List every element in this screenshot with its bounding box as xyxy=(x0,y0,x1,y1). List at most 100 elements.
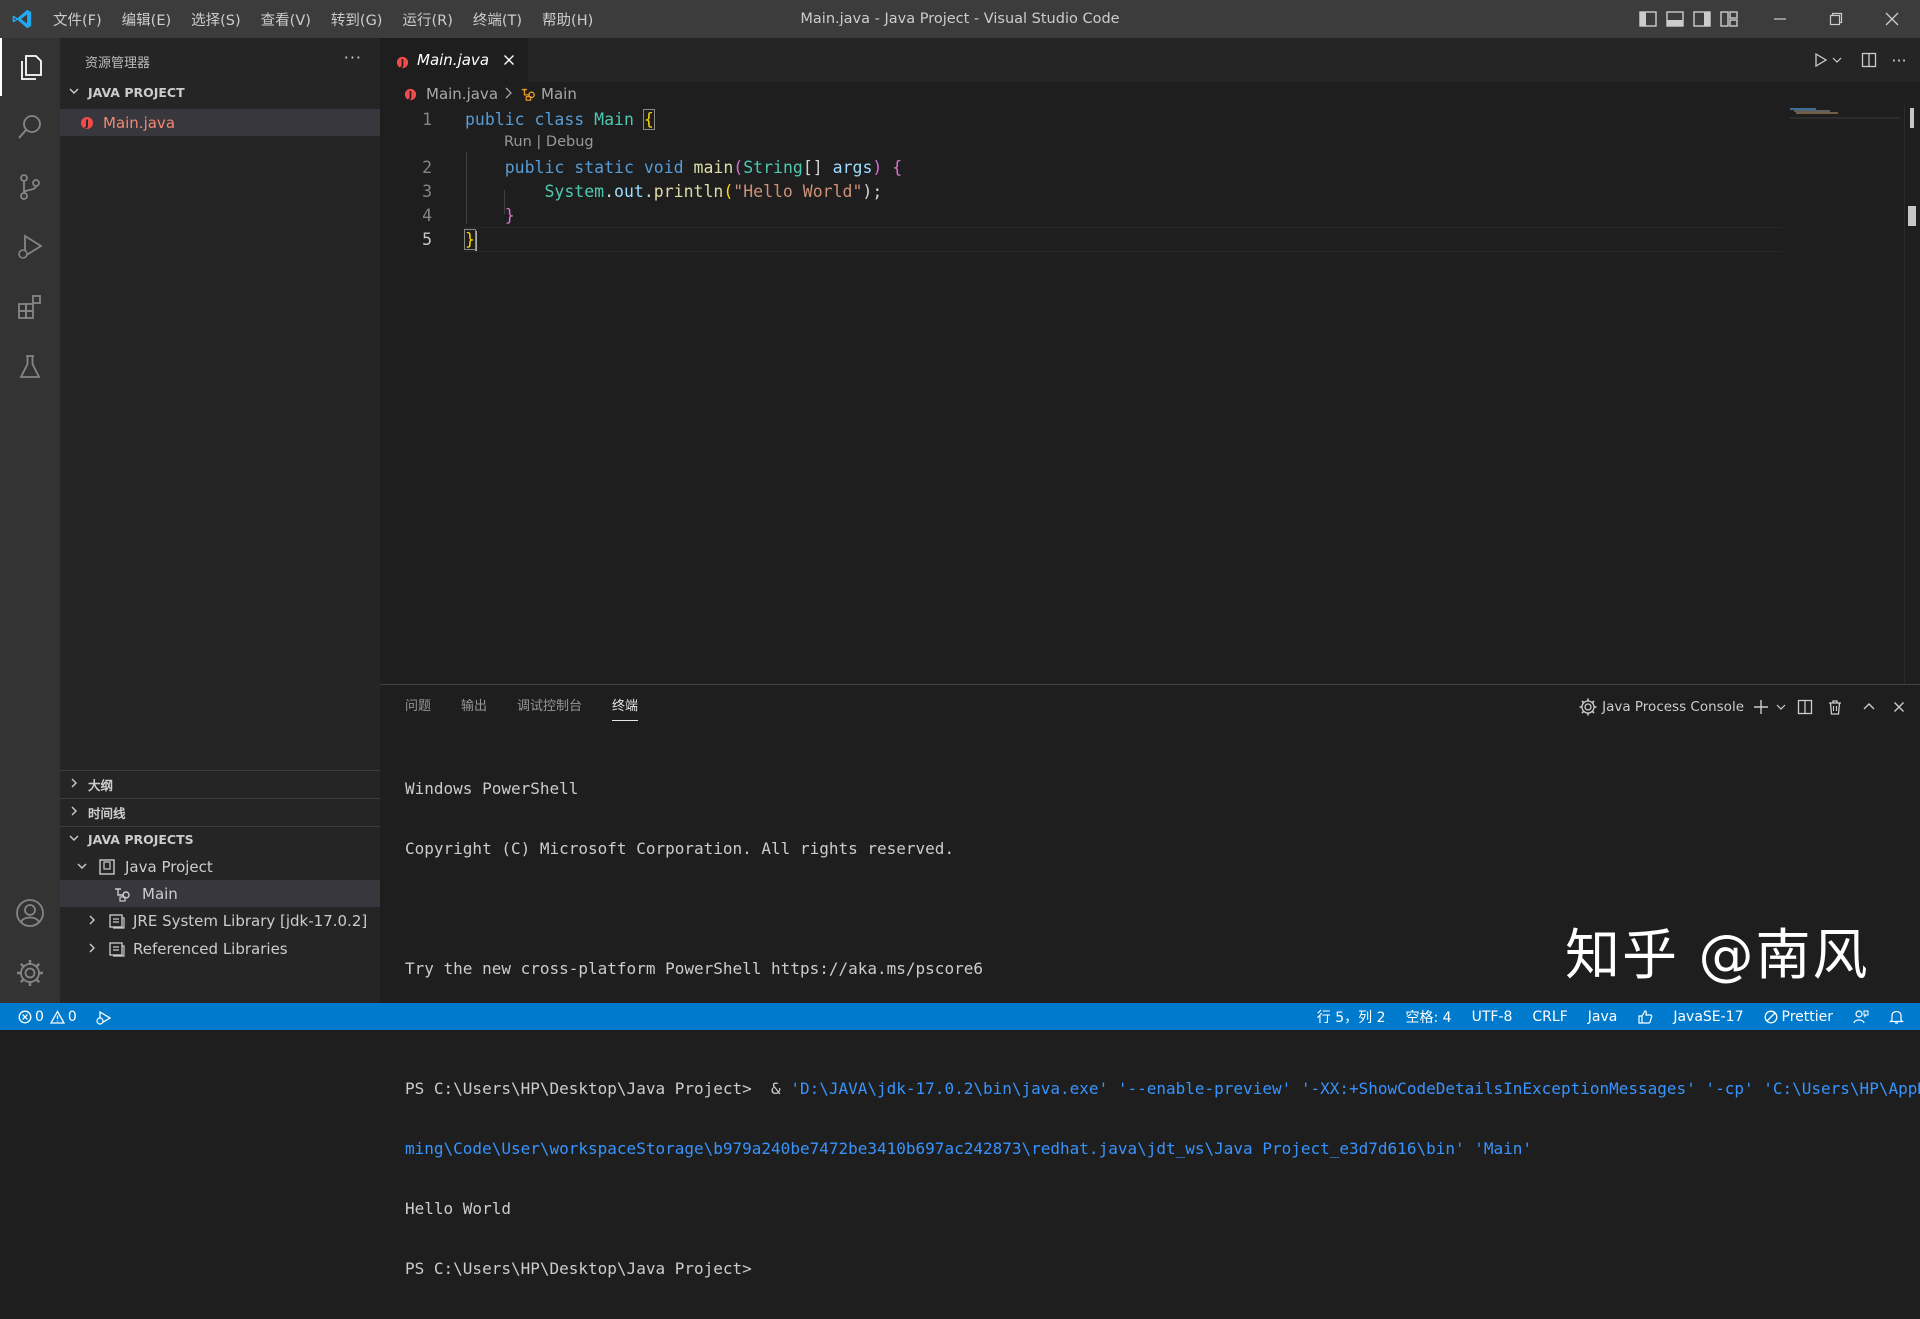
run-debug-activity[interactable] xyxy=(0,218,60,276)
terminal-prompt: PS C:\Users\HP\Desktop\Java Project> xyxy=(405,1259,752,1278)
trash-icon[interactable] xyxy=(1820,685,1850,729)
close-window-button[interactable] xyxy=(1864,0,1920,38)
tree-java-project[interactable]: Java Project xyxy=(60,853,380,880)
tab-debug-console[interactable]: 调试控制台 xyxy=(517,685,582,729)
chevron-right-icon xyxy=(504,85,513,103)
split-terminal-icon[interactable] xyxy=(1790,685,1820,729)
file-main-java[interactable]: J Main.java xyxy=(60,109,380,136)
manage-activity[interactable] xyxy=(0,944,60,1002)
java-error-icon: J xyxy=(404,87,418,101)
search-activity[interactable] xyxy=(0,98,60,156)
explorer-activity[interactable] xyxy=(0,38,60,96)
minimize-button[interactable] xyxy=(1752,0,1808,38)
editor-scrollbar[interactable] xyxy=(1904,106,1918,684)
chevron-right-icon xyxy=(68,777,82,792)
debug-icon[interactable] xyxy=(95,1009,113,1025)
tab-output[interactable]: 输出 xyxy=(461,685,487,729)
project-icon xyxy=(98,858,116,876)
terminal-selector[interactable]: Java Process Console xyxy=(1602,699,1744,715)
code-line-4: } xyxy=(504,206,515,225)
panel-tabs: 问题 输出 调试控制台 终端 xyxy=(405,685,668,729)
tab-problems[interactable]: 问题 xyxy=(405,685,431,729)
more-actions-icon[interactable]: ··· xyxy=(344,48,362,67)
gear-icon xyxy=(1578,697,1598,717)
new-terminal-icon[interactable] xyxy=(1750,685,1772,729)
terminal-command-line: PS C:\Users\HP\Desktop\Java Project> & '… xyxy=(405,1079,1920,1098)
class-icon xyxy=(519,86,537,102)
tree-referenced-libraries[interactable]: Referenced Libraries xyxy=(60,935,380,962)
feedback-icon[interactable] xyxy=(1853,1009,1869,1025)
bell-icon[interactable] xyxy=(1889,1009,1904,1025)
menu-file[interactable]: 文件(F) xyxy=(53,9,102,30)
chevron-right-icon xyxy=(68,805,82,820)
line-number: 1 xyxy=(422,110,432,129)
prettier-status[interactable]: Prettier xyxy=(1764,1009,1833,1025)
minimap[interactable] xyxy=(1790,106,1900,684)
indentation[interactable]: 空格: 4 xyxy=(1406,1007,1452,1027)
encoding[interactable]: UTF-8 xyxy=(1472,1009,1513,1025)
end-of-line[interactable]: CRLF xyxy=(1532,1009,1567,1025)
warning-icon xyxy=(49,1009,65,1024)
breadcrumb-symbol[interactable]: Main xyxy=(541,85,577,103)
menu-run[interactable]: 运行(R) xyxy=(402,9,452,30)
tab-main-java[interactable]: J Main.java xyxy=(380,38,528,82)
language-mode[interactable]: Java xyxy=(1588,1009,1618,1025)
tree-label: Java Project xyxy=(125,857,213,876)
extensions-activity[interactable] xyxy=(0,278,60,336)
java-runtime[interactable]: JavaSE-17 xyxy=(1673,1009,1743,1025)
cursor-position[interactable]: 行 5，列 2 xyxy=(1317,1007,1386,1027)
split-editor-icon[interactable] xyxy=(1854,38,1884,82)
library-icon xyxy=(108,940,126,958)
toggle-panel-icon[interactable] xyxy=(1661,0,1688,38)
more-actions-icon[interactable]: ··· xyxy=(1884,38,1914,82)
chevron-down-icon[interactable] xyxy=(1828,38,1846,82)
customize-layout-icon[interactable] xyxy=(1715,0,1742,38)
chevron-down-icon[interactable] xyxy=(1772,685,1790,729)
section-outline[interactable]: 大纲 xyxy=(60,771,380,798)
code-editor[interactable]: 1 public class Main { 2 public static vo… xyxy=(380,106,1800,684)
run-debug-icon xyxy=(18,234,43,259)
terminal-command-line: ming\Code\User\workspaceStorage\b979a240… xyxy=(405,1139,1533,1158)
menu-help[interactable]: 帮助(H) xyxy=(542,9,593,30)
chevron-down-icon xyxy=(76,858,88,876)
breadcrumb-file[interactable]: Main.java xyxy=(426,85,498,103)
menu-edit[interactable]: 编辑(E) xyxy=(122,9,171,30)
tree-label: Referenced Libraries xyxy=(133,939,288,958)
accounts-activity[interactable] xyxy=(0,884,60,942)
menu-go[interactable]: 转到(G) xyxy=(331,9,383,30)
section-timeline[interactable]: 时间线 xyxy=(60,799,380,826)
maximize-panel-icon[interactable] xyxy=(1854,685,1884,729)
menu-bar: 文件(F) 编辑(E) 选择(S) 查看(V) 转到(G) 运行(R) 终端(T… xyxy=(53,0,613,38)
line-number: 5 xyxy=(422,230,432,249)
tree-main[interactable]: Main xyxy=(60,880,380,907)
status-left: 0 0 xyxy=(18,1003,113,1030)
section-java-projects[interactable]: JAVA PROJECTS xyxy=(60,826,380,853)
svg-text:J: J xyxy=(400,57,404,68)
menu-view[interactable]: 查看(V) xyxy=(261,9,311,30)
breadcrumb: J Main.java Main xyxy=(380,82,1920,106)
close-panel-icon[interactable] xyxy=(1884,685,1914,729)
restore-button[interactable] xyxy=(1808,0,1864,38)
toggle-primary-sidebar-icon[interactable] xyxy=(1634,0,1661,38)
section-label: 时间线 xyxy=(88,806,126,821)
panel-actions: Java Process Console xyxy=(1578,685,1920,729)
menu-selection[interactable]: 选择(S) xyxy=(191,9,241,30)
editor-tabs: J Main.java ··· xyxy=(380,38,1920,82)
tree-jre-library[interactable]: JRE System Library [jdk-17.0.2] xyxy=(60,907,380,934)
thumbs-up-icon[interactable] xyxy=(1637,1009,1653,1025)
chevron-right-icon xyxy=(86,912,98,930)
tree-label: Main xyxy=(142,884,178,903)
tab-terminal[interactable]: 终端 xyxy=(612,685,639,729)
source-control-activity[interactable] xyxy=(0,158,60,216)
section-label: JAVA PROJECTS xyxy=(88,832,194,847)
testing-activity[interactable] xyxy=(0,338,60,396)
close-tab-icon[interactable] xyxy=(503,51,515,70)
terminal-line: Windows PowerShell xyxy=(405,779,579,798)
tab-label: Main.java xyxy=(417,51,490,69)
java-error-icon: J xyxy=(396,54,409,68)
section-java-project[interactable]: JAVA PROJECT xyxy=(60,79,380,106)
toggle-secondary-sidebar-icon[interactable] xyxy=(1688,0,1715,38)
codelens-run-debug[interactable]: Run | Debug xyxy=(504,134,594,150)
problems-status[interactable]: 0 0 xyxy=(18,1009,77,1025)
menu-terminal[interactable]: 终端(T) xyxy=(473,9,522,30)
